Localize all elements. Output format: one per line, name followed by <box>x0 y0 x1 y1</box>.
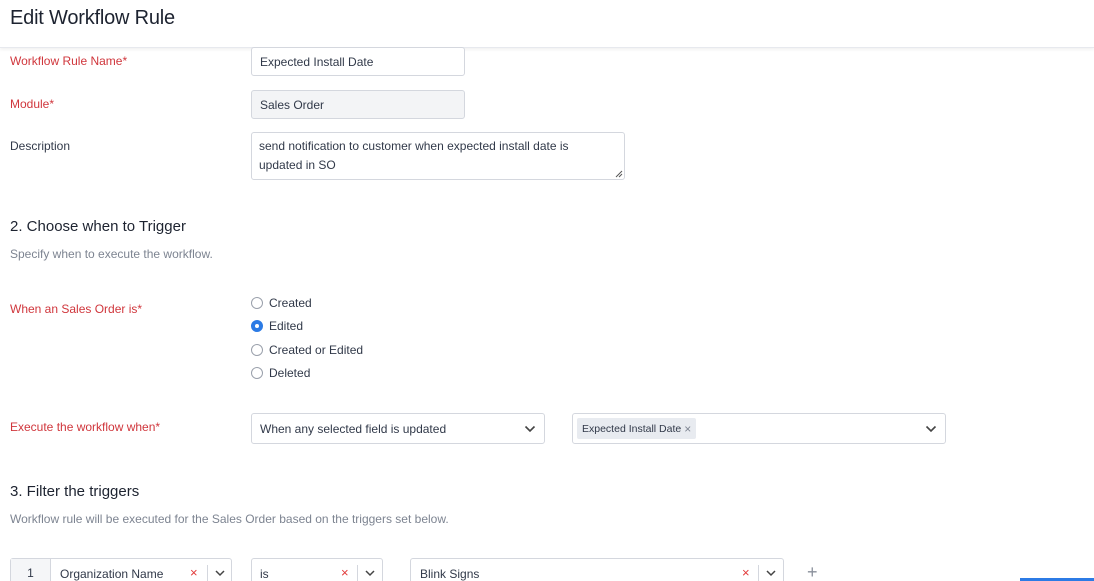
chevron-down-icon[interactable] <box>766 570 776 577</box>
chevron-down-icon <box>524 425 536 432</box>
page-header: Edit Workflow Rule <box>0 0 1094 48</box>
radio-button-checked[interactable] <box>251 320 263 332</box>
plus-icon[interactable]: + <box>807 562 818 581</box>
description-line: send notification to customer when expec… <box>259 139 569 153</box>
chip-label: Expected Install Date <box>582 422 682 435</box>
description-label: Description <box>10 139 71 153</box>
trigger-section-title: 2. Choose when to Trigger <box>10 218 186 235</box>
radio-label: Edited <box>269 319 304 333</box>
close-icon[interactable]: × <box>190 565 198 580</box>
close-icon[interactable]: × <box>341 565 349 580</box>
filter-value-select[interactable]: Blink Signs × <box>410 558 784 581</box>
divider <box>207 565 208 581</box>
rule-name-label: Workflow Rule Name* <box>10 54 128 68</box>
close-icon[interactable]: × <box>684 422 691 436</box>
execute-condition-value: When any selected field is updated <box>260 421 447 436</box>
execute-condition-select[interactable]: When any selected field is updated <box>251 413 545 444</box>
module-field: Sales Order <box>251 90 465 119</box>
radio-label: Created <box>269 296 312 310</box>
description-line: updated in SO <box>259 158 336 172</box>
page-title: Edit Workflow Rule <box>10 7 175 29</box>
selected-field-chip: Expected Install Date × <box>577 418 697 439</box>
module-label: Module* <box>10 97 55 111</box>
resize-grip-icon[interactable] <box>615 170 623 178</box>
filter-section-subtitle: Workflow rule will be executed for the S… <box>10 512 449 526</box>
filter-operator-select[interactable]: is × <box>251 558 383 581</box>
when-label: When an Sales Order is* <box>10 302 143 316</box>
description-textarea[interactable]: send notification to customer when expec… <box>251 132 625 180</box>
filter-operator-value: is <box>260 567 269 581</box>
radio-button[interactable] <box>251 344 263 356</box>
trigger-section-subtitle: Specify when to execute the workflow. <box>10 247 213 261</box>
chevron-down-icon[interactable] <box>365 570 375 577</box>
radio-button[interactable] <box>251 297 263 309</box>
radio-option-deleted[interactable]: Deleted <box>251 365 310 381</box>
fields-multiselect[interactable]: Expected Install Date × <box>572 413 946 444</box>
radio-option-created-or-edited[interactable]: Created or Edited <box>251 342 363 358</box>
radio-option-edited[interactable]: Edited <box>251 318 303 334</box>
close-icon[interactable]: × <box>742 565 750 580</box>
filter-field-select[interactable]: 1 Organization Name × <box>10 558 232 581</box>
radio-option-created[interactable]: Created <box>251 295 312 311</box>
filter-row-index: 1 <box>11 559 51 581</box>
rule-name-input[interactable]: Expected Install Date <box>251 47 465 76</box>
divider <box>357 565 358 581</box>
radio-button[interactable] <box>251 367 263 379</box>
radio-label: Deleted <box>269 366 311 380</box>
divider <box>758 565 759 581</box>
chevron-down-icon[interactable] <box>215 570 225 577</box>
execute-label: Execute the workflow when* <box>10 420 161 434</box>
module-value: Sales Order <box>260 97 325 112</box>
filter-section-title: 3. Filter the triggers <box>10 483 140 500</box>
filter-field-value: Organization Name <box>60 567 164 581</box>
radio-label: Created or Edited <box>269 343 364 357</box>
chevron-down-icon <box>925 425 937 432</box>
filter-value: Blink Signs <box>420 567 480 581</box>
rule-name-value: Expected Install Date <box>260 54 374 69</box>
